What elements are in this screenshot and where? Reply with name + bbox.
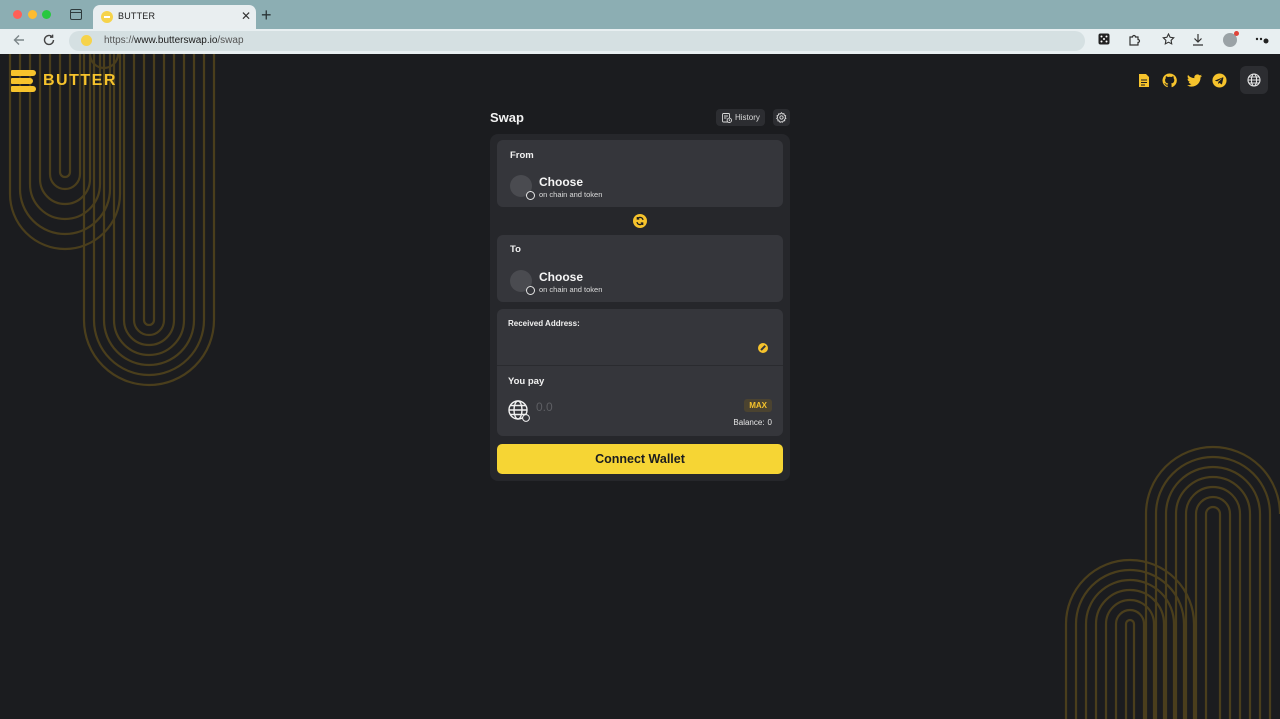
to-choose-subtext: on chain and token (539, 285, 603, 294)
edit-address-icon[interactable] (758, 343, 768, 353)
decorative-arches-right (1064, 445, 1280, 719)
github-icon[interactable] (1161, 72, 1177, 88)
history-label: History (735, 113, 760, 122)
page-body: BUTTER Swap History From Choose on chain… (0, 54, 1280, 719)
from-choose-subtext: on chain and token (539, 190, 603, 199)
from-label: From (510, 150, 534, 161)
from-choose-text: Choose (539, 175, 584, 189)
new-tab-button[interactable]: + (261, 5, 272, 25)
balance-text: Balance: 0 (733, 418, 772, 427)
header-icons (1136, 66, 1268, 94)
history-button[interactable]: History (716, 109, 765, 126)
connect-wallet-button[interactable]: Connect Wallet (497, 444, 783, 474)
amount-input[interactable] (536, 398, 716, 416)
balance-label: Balance: (733, 418, 765, 427)
decorative-arches-left (8, 54, 216, 387)
telegram-icon[interactable] (1211, 72, 1227, 88)
browser-tab[interactable]: BUTTER ✕ (93, 5, 256, 29)
divider (497, 365, 783, 366)
to-panel: To Choose on chain and token (497, 235, 783, 302)
balance-value: 0 (767, 418, 772, 427)
page-title: Swap (490, 110, 524, 125)
extensions-puzzle-icon[interactable] (1127, 33, 1141, 49)
swap-direction-button[interactable] (633, 214, 647, 228)
to-chain-placeholder-icon (526, 286, 535, 295)
favorites-star-icon[interactable] (1161, 32, 1175, 49)
url-text: https://www.butterswap.io/swap (104, 35, 244, 46)
maximize-window-button[interactable] (42, 10, 51, 19)
browser-chrome: BUTTER ✕ + https://www.butterswap.io/swa… (0, 0, 1280, 54)
to-label: To (510, 244, 521, 255)
close-window-button[interactable] (13, 10, 22, 19)
minimize-window-button[interactable] (28, 10, 37, 19)
logo-text: BUTTER (43, 72, 117, 89)
profile-avatar-icon[interactable] (1223, 31, 1239, 47)
max-button[interactable]: MAX (744, 399, 772, 412)
extension-dice-icon[interactable] (1097, 33, 1111, 49)
swap-arrows-icon (636, 216, 644, 226)
downloads-icon[interactable] (1191, 33, 1205, 49)
to-token-placeholder-icon (510, 270, 535, 295)
reload-icon[interactable] (42, 33, 56, 50)
pay-token-globe-icon[interactable] (508, 400, 530, 422)
tab-overview-icon[interactable] (70, 9, 82, 20)
tab-title: BUTTER (118, 11, 156, 21)
twitter-icon[interactable] (1186, 72, 1202, 88)
settings-button[interactable] (773, 109, 790, 126)
language-button[interactable] (1240, 66, 1268, 94)
more-menu-icon[interactable] (1255, 33, 1269, 49)
received-address-label: Received Address: (508, 319, 580, 328)
from-panel: From Choose on chain and token (497, 140, 783, 207)
address-bar[interactable]: https://www.butterswap.io/swap (69, 31, 1085, 51)
swap-card: From Choose on chain and token To Choose… (490, 134, 790, 481)
globe-icon (1247, 73, 1261, 87)
from-token-placeholder-icon (510, 175, 535, 200)
payment-panel: Received Address: You pay MAX Balance:0 (497, 309, 783, 436)
tab-bar: BUTTER ✕ + (0, 0, 1280, 29)
site-info-icon[interactable] (81, 35, 92, 46)
to-choose-text: Choose (539, 270, 584, 284)
history-icon (722, 112, 732, 123)
tab-close-icon[interactable]: ✕ (241, 9, 251, 23)
docs-icon[interactable] (1136, 72, 1152, 88)
from-chain-placeholder-icon (526, 191, 535, 200)
gear-icon (776, 112, 787, 123)
navigation-bar: https://www.butterswap.io/swap (0, 29, 1280, 54)
butter-favicon-icon (101, 11, 113, 23)
butter-logo-icon (11, 70, 36, 92)
you-pay-label: You pay (508, 376, 545, 387)
back-arrow-icon[interactable] (12, 33, 26, 50)
butter-logo[interactable]: BUTTER (11, 70, 117, 92)
